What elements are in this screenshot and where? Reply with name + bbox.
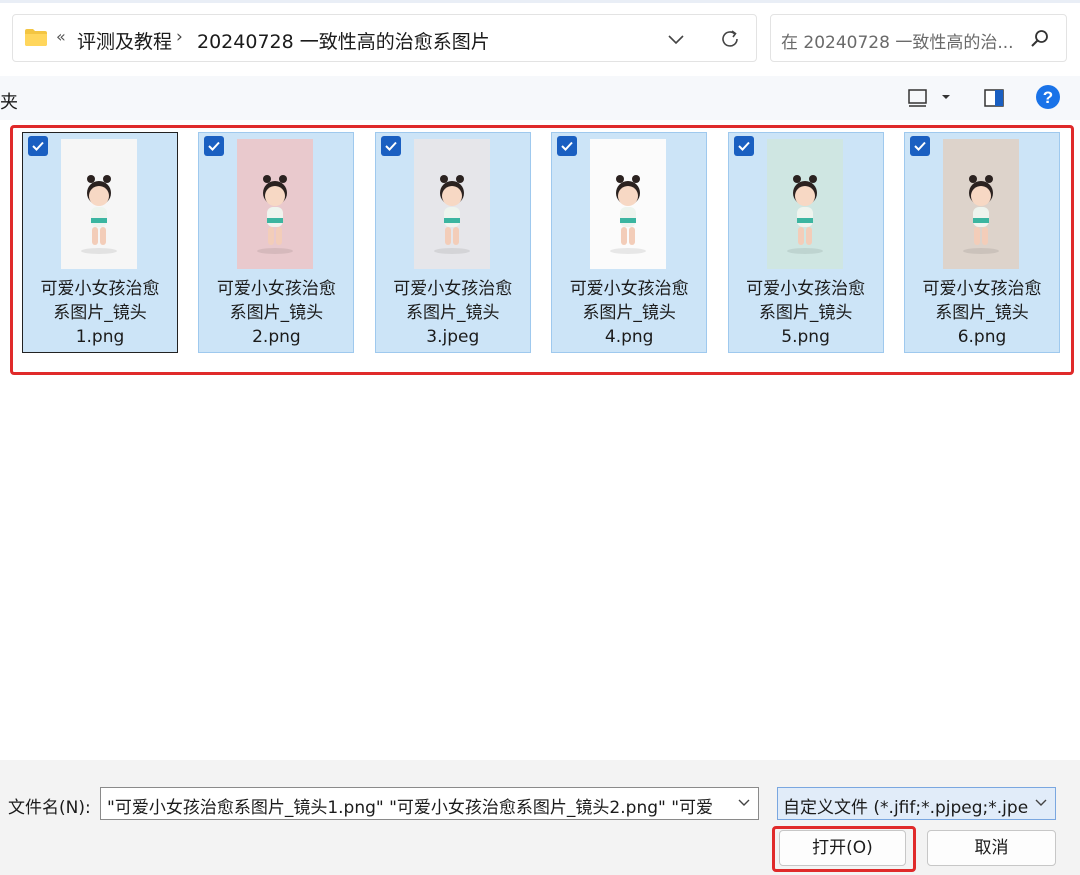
image-thumbnail <box>237 139 314 269</box>
file-name-line: 可爱小女孩治愈 <box>569 279 689 299</box>
filename-label: 文件名(N): <box>8 798 91 818</box>
search-box[interactable]: 在 20240728 一致性高的治... <box>770 14 1067 62</box>
file-tile[interactable]: 可爱小女孩治愈 系图片_镜头 3.jpeg <box>374 132 531 353</box>
image-thumbnail <box>413 139 490 269</box>
file-tile[interactable]: 可爱小女孩治愈 系图片_镜头 5.png <box>727 132 884 353</box>
image-thumbnail <box>61 139 137 269</box>
folder-icon <box>25 29 47 46</box>
image-thumbnail <box>590 139 667 269</box>
file-name-line: 系图片_镜头 <box>582 303 676 323</box>
chevron-down-icon[interactable] <box>737 798 751 808</box>
cancel-button[interactable]: 取消 <box>927 830 1056 866</box>
file-name-line: 可爱小女孩治愈 <box>922 279 1042 299</box>
toolbar: 夹 ? <box>0 76 1080 120</box>
file-name-line: 系图片_镜头 <box>935 303 1029 323</box>
file-name-line: 5.png <box>781 327 830 347</box>
search-input[interactable]: 在 20240728 一致性高的治... <box>781 28 1019 53</box>
file-tile[interactable]: 可爱小女孩治愈 系图片_镜头 4.png <box>551 132 708 353</box>
checkbox-checked-icon[interactable] <box>204 136 225 156</box>
file-name-label: 可爱小女孩治愈 系图片_镜头 4.png <box>556 277 702 349</box>
file-name-line: 系图片_镜头 <box>758 303 853 323</box>
checkbox-checked-icon[interactable] <box>28 136 48 156</box>
file-name-line: 可爱小女孩治愈 <box>216 279 336 299</box>
file-name-line: 4.png <box>604 327 654 347</box>
file-name-line: 2.png <box>252 327 301 347</box>
checkbox-checked-icon[interactable] <box>910 136 930 156</box>
caret-down-icon[interactable] <box>940 92 952 102</box>
open-button[interactable]: 打开(O) <box>779 830 906 866</box>
file-name-line: 1.png <box>75 327 125 347</box>
chevron-down-icon[interactable] <box>1034 798 1048 808</box>
file-name-line: 可爱小女孩治愈 <box>746 279 866 299</box>
breadcrumb-overflow[interactable]: « <box>56 27 66 46</box>
file-name-line: 系图片_镜头 <box>53 303 147 323</box>
image-thumbnail <box>943 139 1019 269</box>
filetype-value[interactable]: 自定义文件 (*.jfif;*.pjpeg;*.jpeg <box>783 793 1028 818</box>
view-layout-icon[interactable] <box>907 88 931 108</box>
checkbox-checked-icon[interactable] <box>733 136 754 156</box>
file-name-label: 可爱小女孩治愈 系图片_镜头 2.png <box>203 277 349 349</box>
checkbox-checked-icon[interactable] <box>557 136 578 156</box>
file-tile[interactable]: 可爱小女孩治愈 系图片_镜头 6.png <box>904 132 1060 353</box>
refresh-icon[interactable] <box>718 27 742 51</box>
file-tile[interactable]: 可爱小女孩治愈 系图片_镜头 1.png <box>22 132 178 353</box>
file-name-line: 系图片_镜头 <box>406 303 500 323</box>
breadcrumb-item-current-folder[interactable]: 20240728 一致性高的治愈系图片 <box>197 27 490 54</box>
window-top-edge <box>0 0 1080 3</box>
file-name-line: 3.jpeg <box>426 327 480 347</box>
file-list-view[interactable]: 可爱小女孩治愈 系图片_镜头 1.png 可爱小女孩治愈 系图片_镜头 2.png 可爱小女… <box>0 120 1080 760</box>
file-name-label: 可爱小女孩治愈 系图片_镜头 3.jpeg <box>380 277 526 349</box>
file-name-line: 可爱小女孩治愈 <box>40 279 160 299</box>
filename-field[interactable]: "可爱小女孩治愈系图片_镜头1.png" "可爱小女孩治愈系图片_镜头2.png… <box>100 787 759 820</box>
image-thumbnail <box>766 139 843 269</box>
file-name-line: 可爱小女孩治愈 <box>393 279 513 299</box>
dialog-footer: 文件名(N): "可爱小女孩治愈系图片_镜头1.png" "可爱小女孩治愈系图片… <box>0 760 1080 875</box>
file-name-label: 可爱小女孩治愈 系图片_镜头 1.png <box>27 277 173 349</box>
file-name-label: 可爱小女孩治愈 系图片_镜头 6.png <box>909 277 1055 349</box>
breadcrumb-separator[interactable]: › <box>176 27 183 47</box>
preview-pane-icon[interactable] <box>983 87 1005 109</box>
chevron-down-icon[interactable] <box>664 27 688 51</box>
file-tile[interactable]: 可爱小女孩治愈 系图片_镜头 2.png <box>198 132 355 353</box>
file-name-label: 可爱小女孩治愈 系图片_镜头 5.png <box>733 277 879 349</box>
checkbox-checked-icon[interactable] <box>380 136 401 156</box>
file-name-line: 6.png <box>957 327 1007 347</box>
svg-text:?: ? <box>1043 88 1053 107</box>
navigation-pane-label[interactable]: 夹 <box>0 88 18 114</box>
filetype-select[interactable]: 自定义文件 (*.jfif;*.pjpeg;*.jpeg <box>777 787 1056 820</box>
address-bar[interactable]: « 评测及教程 › 20240728 一致性高的治愈系图片 <box>12 14 757 62</box>
filename-value[interactable]: "可爱小女孩治愈系图片_镜头1.png" "可爱小女孩治愈系图片_镜头2.png… <box>107 793 727 818</box>
help-icon[interactable]: ? <box>1035 84 1061 110</box>
search-icon[interactable] <box>1029 28 1051 50</box>
file-name-line: 系图片_镜头 <box>229 303 324 323</box>
breadcrumb-item-tutorials[interactable]: 评测及教程 <box>77 27 172 54</box>
